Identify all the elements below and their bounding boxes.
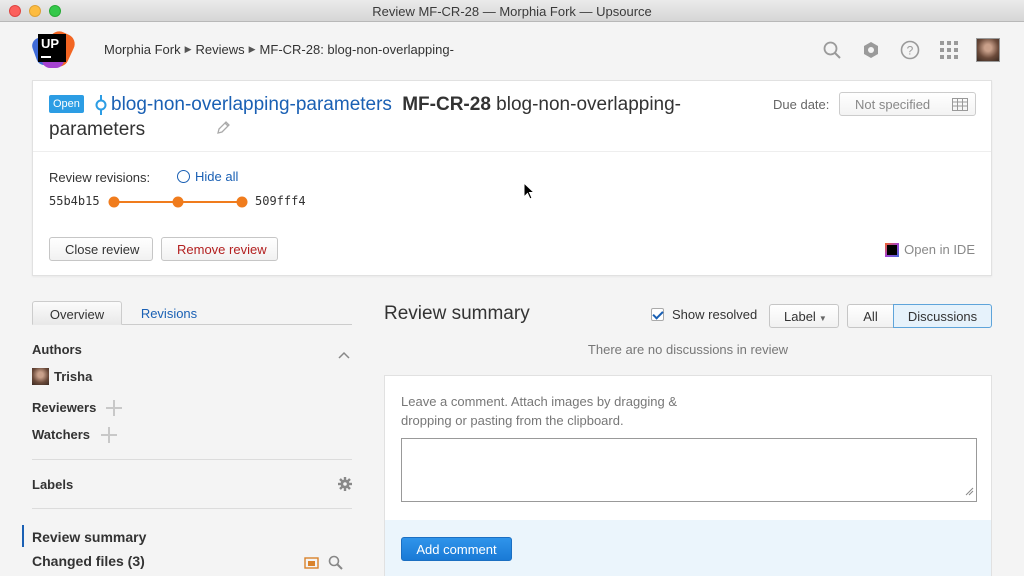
show-resolved-toggle[interactable]: Show resolved [651, 307, 757, 322]
review-summary-title: Review summary [384, 303, 530, 324]
hide-all-label: Hide all [195, 169, 239, 184]
edit-pencil-icon[interactable] [154, 117, 231, 142]
comment-box: Leave a comment. Attach images by draggi… [384, 375, 992, 576]
app-header: UP Morphia Fork ▶ Reviews ▶ MF-CR-28: bl… [0, 22, 1024, 78]
sidebar-tabs: Overview Revisions [32, 301, 352, 325]
mouse-cursor-icon [523, 182, 535, 200]
search-icon[interactable] [820, 38, 844, 62]
show-resolved-label: Show resolved [672, 307, 758, 322]
breadcrumb-project[interactable]: Morphia Fork [104, 42, 181, 57]
logo-text: UP [41, 36, 60, 51]
active-nav-indicator [22, 525, 24, 547]
open-in-ide-link[interactable]: Open in IDE [885, 242, 975, 257]
resize-handle-icon[interactable] [965, 484, 974, 499]
window-titlebar: Review MF-CR-28 — Morphia Fork — Upsourc… [0, 0, 1024, 22]
labels-heading: Labels [32, 477, 74, 492]
nav-review-summary[interactable]: Review summary [32, 529, 146, 545]
hide-all-circle-icon [177, 170, 190, 183]
review-card: Open blog-non-overlapping-parameters MF-… [32, 80, 992, 276]
author-item: Trisha [32, 368, 92, 385]
watchers-heading: Watchers [32, 427, 91, 442]
close-review-button[interactable]: Close review [49, 237, 153, 261]
label-button-text: Label [784, 309, 816, 324]
revision-timeline[interactable] [108, 195, 248, 209]
no-discussions-message: There are no discussions in review [587, 342, 789, 357]
user-avatar[interactable] [976, 38, 1000, 62]
filter-all-button[interactable]: All [847, 304, 894, 328]
filter-discussions-button[interactable]: Discussions [893, 304, 992, 328]
revision-dot[interactable] [172, 196, 184, 208]
tab-revisions[interactable]: Revisions [124, 301, 214, 325]
zoom-icon[interactable] [328, 555, 343, 573]
add-comment-button[interactable]: Add comment [401, 537, 512, 561]
branch-link[interactable]: blog-non-overlapping-parameters [111, 94, 392, 115]
open-in-ide-label: Open in IDE [904, 242, 975, 257]
revision-dot[interactable] [108, 196, 120, 208]
folder-icon[interactable] [304, 555, 320, 573]
calendar-icon[interactable] [952, 98, 968, 114]
show-resolved-checkbox[interactable] [651, 308, 664, 321]
tab-overview[interactable]: Overview [32, 301, 122, 325]
revision-end-hash: 509fff4 [255, 194, 306, 208]
due-date-value: Not specified [855, 97, 931, 112]
add-watcher-plus-icon[interactable] [101, 427, 117, 443]
hexagon-icon[interactable] [859, 38, 883, 62]
author-avatar [32, 368, 49, 385]
apps-grid-icon[interactable] [937, 38, 961, 62]
help-icon[interactable]: ? [898, 38, 922, 62]
breadcrumb-separator-icon: ▶ [184, 44, 192, 54]
window-title: Review MF-CR-28 — Morphia Fork — Upsourc… [372, 4, 652, 19]
sidebar-divider [32, 459, 352, 460]
comment-textarea[interactable] [401, 438, 977, 502]
sidebar-divider [32, 508, 352, 509]
intellij-icon [885, 242, 900, 257]
breadcrumb-current: MF-CR-28: blog-non-overlapping- [259, 42, 454, 57]
review-revisions-label: Review revisions: [49, 170, 151, 185]
breadcrumb-reviews[interactable]: Reviews [196, 42, 245, 57]
nav-changed-files[interactable]: Changed files (3) [32, 553, 145, 569]
add-reviewer-plus-icon[interactable] [106, 400, 122, 416]
comment-hint: Leave a comment. Attach images by draggi… [401, 394, 678, 428]
due-date-field[interactable]: Not specified [839, 92, 976, 116]
comment-footer: Add comment [385, 520, 991, 576]
revision-dot[interactable] [236, 196, 248, 208]
breadcrumb: Morphia Fork ▶ Reviews ▶ MF-CR-28: blog-… [104, 42, 454, 57]
branch-icon [95, 95, 107, 115]
upsource-logo[interactable]: UP [29, 28, 78, 70]
hide-all-toggle[interactable]: Hide all [177, 169, 238, 184]
svg-text:?: ? [907, 44, 914, 58]
label-dropdown-button[interactable]: Label ▼ [769, 304, 839, 328]
review-code: MF-CR-28 [402, 94, 491, 115]
remove-review-button[interactable]: Remove review [161, 237, 278, 261]
due-date-label: Due date: [773, 97, 830, 112]
chevron-up-icon[interactable] [338, 347, 350, 362]
caret-down-icon: ▼ [818, 314, 827, 323]
breadcrumb-separator-icon: ▶ [248, 44, 256, 54]
review-title: blog-non-overlapping-parameters MF-CR-28… [49, 92, 769, 142]
reviewers-heading: Reviewers [32, 400, 97, 415]
authors-heading: Authors [32, 342, 82, 357]
gear-icon[interactable] [338, 477, 352, 494]
author-name: Trisha [54, 369, 93, 384]
revision-start-hash: 55b4b15 [49, 194, 100, 208]
